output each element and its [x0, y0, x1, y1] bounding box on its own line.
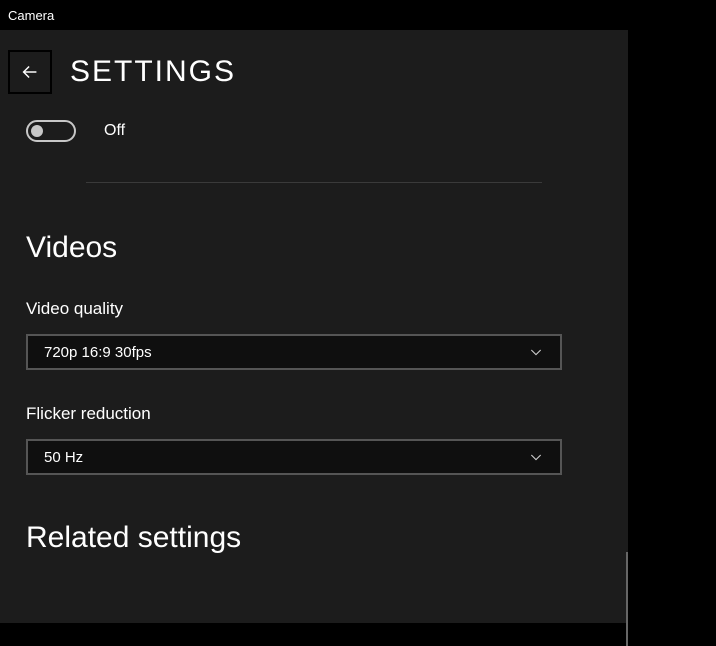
- flicker-reduction-label: Flicker reduction: [26, 404, 628, 424]
- chevron-down-icon: [528, 344, 544, 360]
- back-button[interactable]: [8, 50, 52, 94]
- toggle-label: Off: [104, 122, 125, 140]
- flicker-reduction-value: 50 Hz: [44, 449, 83, 466]
- settings-panel: SETTINGS Off Videos Video quality 720p 1…: [0, 30, 628, 623]
- toggle-switch[interactable]: [26, 120, 76, 142]
- related-settings-title: Related settings: [26, 521, 628, 555]
- flicker-reduction-select[interactable]: 50 Hz: [26, 439, 562, 475]
- toggle-knob: [31, 125, 43, 137]
- video-quality-field: Video quality 720p 16:9 30fps: [26, 299, 628, 370]
- arrow-left-icon: [19, 61, 41, 83]
- scrollbar-thumb[interactable]: [626, 552, 628, 646]
- video-quality-label: Video quality: [26, 299, 628, 319]
- app-title: Camera: [8, 8, 54, 23]
- videos-section-title: Videos: [26, 231, 628, 265]
- chevron-down-icon: [528, 449, 544, 465]
- header-row: SETTINGS: [0, 30, 628, 94]
- video-quality-select[interactable]: 720p 16:9 30fps: [26, 334, 562, 370]
- divider: [86, 182, 542, 183]
- toggle-row: Off: [0, 94, 628, 142]
- video-quality-value: 720p 16:9 30fps: [44, 344, 152, 361]
- page-title: SETTINGS: [70, 55, 236, 89]
- flicker-reduction-field: Flicker reduction 50 Hz: [26, 404, 628, 475]
